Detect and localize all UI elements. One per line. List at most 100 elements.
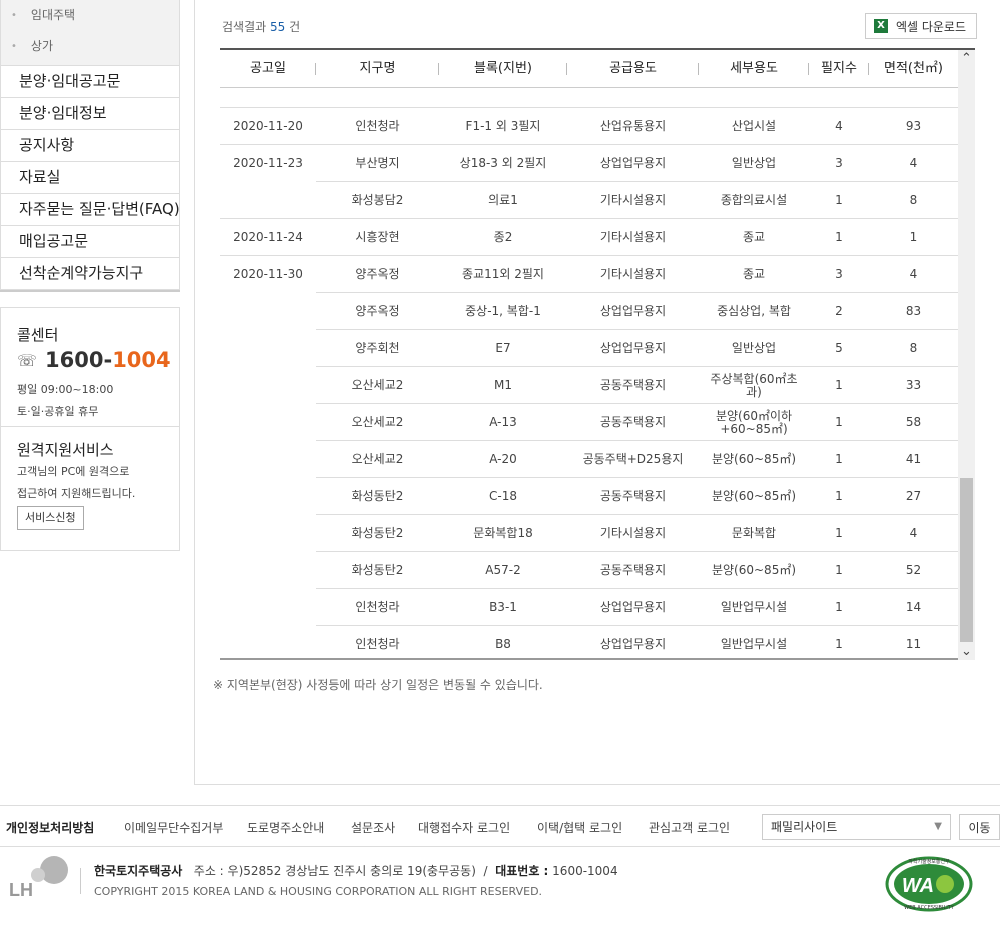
cell-detail-use: 종교 — [742, 230, 766, 244]
cell-block: A57-2 — [485, 563, 521, 577]
bullet-icon: • — [11, 10, 17, 21]
table-row: 화성동탄2 문화복합18 기타시설용지 문화복합 1 4 — [220, 515, 958, 552]
callcenter-title: 콜센터 — [17, 326, 59, 344]
cell-block: C-18 — [489, 489, 517, 503]
phone-prefix: 1600- — [45, 348, 113, 372]
table-row: 2020-11-24 시흥장현 종2 기타시설용지 종교 1 1 — [220, 219, 958, 256]
cell-date: 2020-11-20 — [233, 119, 303, 133]
menu-item-sale-rental-info[interactable]: 분양·임대정보 — [0, 98, 180, 130]
scrollbar-thumb[interactable] — [960, 478, 973, 642]
excel-download-button[interactable]: X 엑셀 다운로드 — [864, 13, 977, 39]
header-lots[interactable]: 필지수 — [809, 50, 869, 88]
go-button[interactable]: 이동 — [959, 814, 1000, 840]
service-request-button[interactable]: 서비스신청 — [17, 506, 84, 530]
table-row: 양주옥정 중상-1, 복합-1 상업업무용지 중심상업, 복합 2 83 — [220, 293, 958, 330]
table-scrollbar[interactable]: ⌃ ⌄ — [958, 50, 975, 660]
menu-item-purchase-notice[interactable]: 매입공고문 — [0, 226, 180, 258]
cell-area: 93 — [905, 119, 922, 133]
excel-icon: X — [873, 19, 888, 33]
cell-detail-use: 일반상업 — [731, 341, 777, 355]
family-site-select[interactable]: 패밀리사이트 ▼ — [762, 814, 951, 840]
cell-date — [220, 515, 316, 552]
schedule-note: ※ 지역본부(현장) 사정등에 따라 상기 일정은 변동될 수 있습니다. — [213, 678, 543, 692]
footer-link-road-address[interactable]: 도로명주소안내 — [247, 819, 324, 836]
cell-area: 8 — [909, 193, 918, 207]
header-detail-use[interactable]: 세부용도 — [699, 50, 809, 88]
cell-lots: 5 — [835, 341, 843, 355]
cell-district: 부산명지 — [355, 156, 400, 170]
cell-area: 1 — [909, 230, 918, 244]
table-row: 오산세교2 M1 공동주택용지 주상복합(60㎡초과) 1 33 — [220, 367, 958, 404]
footer-link-partner-login[interactable]: 이택/협택 로그인 — [537, 819, 622, 836]
cell-supply-use: 기타시설용지 — [599, 267, 667, 281]
table-row: 2020-11-20 인천청라 F1-1 외 3필지 산업유통용지 산업시설 4 93 — [220, 108, 958, 145]
chevron-up-icon[interactable]: ⌃ — [958, 50, 975, 67]
cell-block: B8 — [495, 637, 511, 651]
copyright: COPYRIGHT 2015 KOREA LAND & HOUSING CORP… — [94, 885, 543, 898]
row-divider — [220, 107, 958, 108]
menu-item-announcements[interactable]: 공지사항 — [0, 130, 180, 162]
cell-lots: 1 — [835, 563, 843, 577]
cell-supply-use: 상업업무용지 — [599, 637, 667, 651]
header-block[interactable]: 블록(지번) — [439, 50, 567, 88]
cell-lots: 3 — [835, 267, 843, 281]
submenu-item-rental-housing[interactable]: • 임대주택 — [1, 0, 179, 31]
footer-links-bar: 개인정보처리방침 이메일무단수집거부 도로명주소안내 설문조사 대행접수자 로그… — [0, 805, 1000, 847]
cell-block: F1-1 외 3필지 — [465, 119, 541, 133]
address-text: 주소 : 우)52852 경상남도 진주시 충의로 19(충무공동) — [193, 864, 476, 878]
phone-suffix: 1004 — [112, 348, 171, 372]
cell-area: 27 — [905, 489, 922, 503]
result-number: 55 — [270, 20, 286, 34]
footer-link-agent-login[interactable]: 대행접수자 로그인 — [418, 819, 510, 836]
menu-item-first-come-districts[interactable]: 선착순계약가능지구 — [0, 258, 180, 290]
cell-lots: 1 — [835, 600, 843, 614]
submenu: • 임대주택 • 상가 — [0, 0, 180, 66]
cell-block: 의료1 — [488, 193, 518, 207]
cell-block: 상18-3 외 2필지 — [459, 156, 547, 170]
footer-link-email-refusal[interactable]: 이메일무단수집거부 — [124, 819, 223, 836]
menu-item-sale-rental-notice[interactable]: 분양·임대공고문 — [0, 66, 180, 98]
header-supply-use[interactable]: 공급용도 — [567, 50, 699, 88]
submenu-item-shops[interactable]: • 상가 — [1, 31, 179, 62]
footer-link-privacy[interactable]: 개인정보처리방침 — [6, 819, 94, 836]
lh-logo: LH — [9, 856, 71, 900]
company-address: 한국토지주택공사 주소 : 우)52852 경상남도 진주시 충의로 19(충무… — [94, 864, 618, 878]
cell-district: 화성봉담2 — [351, 193, 404, 207]
cell-district: 오산세교2 — [351, 452, 404, 466]
rep-phone-label: 대표번호 : — [495, 864, 549, 878]
cell-lots: 1 — [835, 489, 843, 503]
header-date[interactable]: 공고일 — [220, 50, 316, 88]
footer-link-customer-login[interactable]: 관심고객 로그인 — [649, 819, 730, 836]
company-name: 한국토지주택공사 — [94, 864, 183, 878]
cell-supply-use: 상업업무용지 — [599, 156, 667, 170]
cell-supply-use: 공동주택용지 — [599, 415, 667, 429]
cell-lots: 2 — [835, 304, 843, 318]
cell-date — [220, 293, 316, 330]
cell-lots: 1 — [835, 526, 843, 540]
cell-detail-use: 일반상업 — [731, 156, 777, 170]
result-suffix: 건 — [289, 20, 301, 34]
cell-supply-use: 산업유통용지 — [599, 119, 667, 133]
cell-area: 58 — [905, 415, 922, 429]
cell-date — [220, 478, 316, 515]
cell-district: 인천청라 — [355, 119, 400, 133]
table-row: 2020-11-30 양주옥정 종교11외 2필지 기타시설용지 종교 3 4 — [220, 256, 958, 293]
header-area[interactable]: 면적(천㎡) — [869, 50, 958, 88]
footer-link-survey[interactable]: 설문조사 — [351, 819, 395, 836]
cell-block: B3-1 — [489, 600, 517, 614]
cell-block: 종교11외 2필지 — [462, 267, 544, 281]
chevron-down-icon[interactable]: ⌄ — [958, 643, 975, 660]
table-body: 2020-11-20 인천청라 F1-1 외 3필지 산업유통용지 산업시설 4 93 202… — [220, 88, 958, 660]
cell-area: 41 — [905, 452, 922, 466]
table-row: 화성동탄2 C-18 공동주택용지 분양(60~85㎡) 1 27 — [220, 478, 958, 515]
cell-area: 14 — [905, 600, 922, 614]
cell-detail-use: 분양(60㎡이하+60~85㎡) — [715, 408, 793, 436]
cell-date: 2020-11-24 — [233, 230, 303, 244]
menu-item-faq[interactable]: 자주묻는 질문·답변(FAQ) — [0, 194, 180, 226]
cell-detail-use: 분양(60~85㎡) — [711, 452, 797, 466]
header-district[interactable]: 지구명 — [316, 50, 439, 88]
callcenter-holiday: 토·일·공휴일 휴무 — [17, 405, 99, 418]
svg-text:WA: WA — [902, 875, 934, 897]
menu-item-resources[interactable]: 자료실 — [0, 162, 180, 194]
cell-detail-use: 분양(60~85㎡) — [711, 563, 797, 577]
